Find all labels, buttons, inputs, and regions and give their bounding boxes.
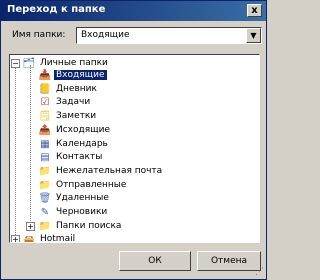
tree-item-label: Папки поиска <box>56 221 122 231</box>
folder-tree[interactable]: − 🗂 Личные папки 📥 Входящие 📒 Дневник ☑ Задач… <box>9 54 260 243</box>
tree-item-label: Исходящие <box>56 125 111 135</box>
tree-item-label: Задачи <box>56 97 91 107</box>
tree-item-label: Нежелательная почта <box>56 166 163 176</box>
folder-name-label: Имя папки: <box>12 30 66 40</box>
tree-line <box>30 65 31 229</box>
tree-item-label: Входящие <box>54 70 107 80</box>
tree-item-label: Дневник <box>56 84 97 94</box>
tree-item-label: Контакты <box>56 152 103 162</box>
outbox-icon: 📤 <box>38 125 52 136</box>
hotmail-expander[interactable]: + <box>11 235 20 242</box>
personal-folders-icon: 🗂 <box>22 58 36 69</box>
junk-folder-icon: 📁 <box>38 166 52 177</box>
resize-grip-icon[interactable]: ⋰ <box>255 267 264 277</box>
tree-item-label: Заметки <box>56 111 97 121</box>
tree-line <box>15 65 16 235</box>
folder-name-value: Входящие <box>81 30 130 40</box>
calendar-icon: ▦ <box>40 139 50 150</box>
tree-item-expander[interactable]: + <box>26 222 35 231</box>
sent-folder-icon: 📁 <box>38 180 52 191</box>
tree-item-label: Черновики <box>56 207 108 217</box>
go-to-folder-dialog: Переход к папке x Имя папки: Входящие ▼ … <box>0 0 267 280</box>
journal-icon: 📒 <box>38 84 52 95</box>
tree-item-label: Отправленные <box>56 180 127 190</box>
ok-button[interactable]: ОК <box>119 251 191 271</box>
search-folders-icon: 📁 <box>38 221 52 232</box>
tasks-icon: ☑ <box>40 97 50 108</box>
folder-name-combobox[interactable]: Входящие ▼ <box>76 27 262 44</box>
contacts-icon: ▤ <box>40 152 50 163</box>
inbox-icon: 📥 <box>38 70 52 81</box>
drafts-icon: ✎ <box>40 207 50 218</box>
notes-icon: 🗒 <box>38 111 52 122</box>
dialog-title: Переход к папке <box>7 4 106 15</box>
deleted-items-icon: 🗑 <box>38 193 52 204</box>
tree-item-label: Удаленные <box>56 193 109 203</box>
dropdown-arrow-icon[interactable]: ▼ <box>246 28 261 43</box>
cancel-button[interactable]: Отмена <box>197 251 261 271</box>
close-button[interactable]: x <box>247 4 262 17</box>
tree-item-label: Календарь <box>56 139 108 149</box>
hotmail-icon: 🖴 <box>23 234 35 243</box>
tree-item-label: Hotmail <box>40 234 76 243</box>
title-bar[interactable]: Переход к папке x <box>1 1 266 21</box>
tree-item-label: Личные папки <box>40 58 108 68</box>
root-expander[interactable]: − <box>11 59 20 68</box>
